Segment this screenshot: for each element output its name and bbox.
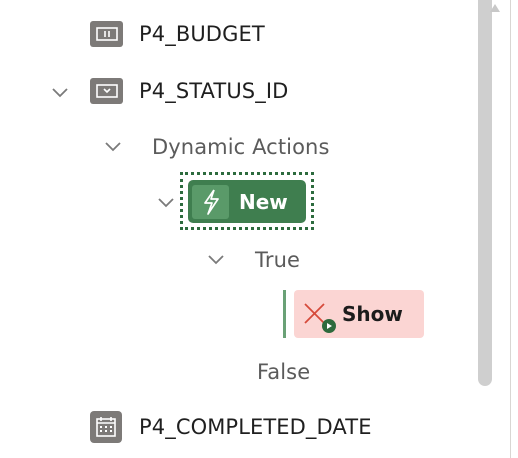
lightning-bolt-icon <box>192 184 229 219</box>
scroll-up-arrow-icon[interactable] <box>490 4 500 12</box>
action-connector-bar <box>283 290 286 338</box>
tree-node-dynamic-actions[interactable]: Dynamic Actions <box>152 135 330 159</box>
calendar-icon <box>90 411 122 443</box>
chevron-down-icon[interactable] <box>207 254 225 266</box>
tree-node-action-show[interactable]: Show <box>294 290 424 338</box>
panel-divider <box>510 0 511 458</box>
tree-node-label: False <box>257 360 311 384</box>
select-list-icon <box>90 78 123 104</box>
tree-node-false[interactable]: False <box>257 360 310 384</box>
number-field-icon <box>90 21 123 47</box>
tree-node-label: P4_COMPLETED_DATE <box>139 415 372 439</box>
component-tree: P4_BUDGET P4_STATUS_ID Dynamic Actions N… <box>0 0 518 458</box>
close-x-icon <box>302 299 336 333</box>
chevron-down-icon[interactable] <box>104 141 122 153</box>
tree-node-dynamic-action-new[interactable]: New <box>188 180 306 223</box>
tree-node-p4-budget[interactable]: P4_BUDGET <box>90 21 265 47</box>
tree-node-p4-completed-date[interactable]: P4_COMPLETED_DATE <box>90 411 372 443</box>
chevron-down-icon[interactable] <box>157 197 175 209</box>
tree-node-true[interactable]: True <box>255 248 300 272</box>
tree-node-p4-status-id[interactable]: P4_STATUS_ID <box>90 78 288 104</box>
tree-node-label: New <box>239 189 288 214</box>
tree-node-label: Dynamic Actions <box>152 135 330 159</box>
tree-node-label: True <box>255 248 301 272</box>
play-badge-icon <box>322 319 336 333</box>
tree-node-label: Show <box>342 302 403 326</box>
tree-node-label: P4_BUDGET <box>139 22 265 46</box>
vertical-scrollbar-thumb[interactable] <box>478 0 492 386</box>
chevron-down-icon[interactable] <box>51 87 69 99</box>
tree-node-label: P4_STATUS_ID <box>139 79 289 103</box>
